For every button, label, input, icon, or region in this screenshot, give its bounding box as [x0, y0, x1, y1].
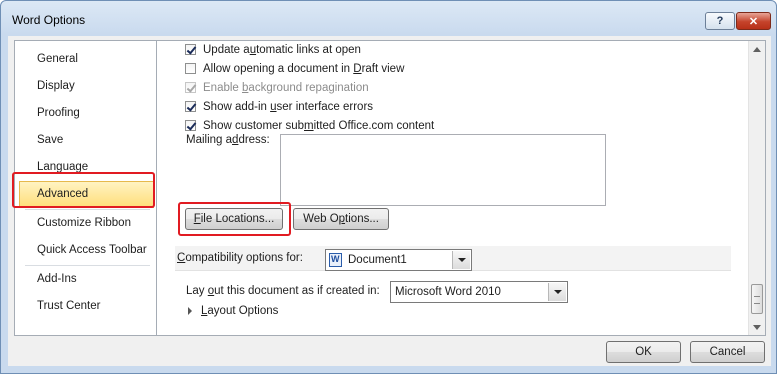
sidebar-item-general[interactable]: General	[19, 47, 154, 74]
sidebar-item-proofing[interactable]: Proofing	[19, 101, 154, 128]
sidebar-item-save[interactable]: Save	[19, 128, 154, 155]
sidebar-item-label: Add-Ins	[37, 273, 77, 285]
layout-as-if-label: Lay out this document as if created in:	[186, 285, 380, 297]
vertical-scrollbar[interactable]	[748, 41, 765, 335]
chevron-down-icon[interactable]	[452, 251, 470, 269]
sidebar-item-label: Proofing	[37, 107, 80, 119]
scrollbar-thumb[interactable]	[751, 284, 763, 314]
help-icon: ?	[716, 15, 724, 27]
sidebar-item-quick-access-toolbar[interactable]: Quick Access Toolbar	[19, 238, 154, 265]
sidebar-item-display[interactable]: Display	[19, 74, 154, 101]
cancel-button[interactable]: Cancel	[690, 341, 765, 363]
option-background-repagination: Enable background repagination	[185, 79, 369, 96]
cancel-label: Cancel	[709, 346, 746, 358]
update-links-checkbox[interactable]	[185, 44, 196, 55]
scroll-down-icon[interactable]	[753, 325, 761, 330]
compatibility-label: Compatibility options for:	[177, 252, 303, 264]
sidebar-divider	[25, 265, 150, 266]
sidebar-item-label: Display	[37, 80, 75, 92]
update-links-label: Update automatic links at open	[203, 43, 361, 56]
background-repagination-label: Enable background repagination	[203, 81, 369, 94]
option-customer-content[interactable]: Show customer submitted Office.com conte…	[185, 117, 434, 134]
layout-version-value: Microsoft Word 2010	[395, 286, 501, 298]
option-addin-errors[interactable]: Show add-in user interface errors	[185, 98, 373, 115]
sidebar-item-label: Save	[37, 134, 64, 146]
mailing-address-label: Mailing address:	[186, 134, 270, 146]
option-update-links[interactable]: Update automatic links at open	[185, 41, 361, 58]
compatibility-document-value: Document1	[348, 254, 407, 266]
sidebar-item-label: Customize Ribbon	[37, 217, 131, 229]
sidebar-divider	[25, 209, 150, 210]
layout-options-expander[interactable]: Layout Options	[188, 305, 278, 317]
addin-errors-checkbox[interactable]	[185, 101, 196, 112]
customer-content-label: Show customer submitted Office.com conte…	[203, 119, 435, 132]
layout-options-label: Layout Options	[201, 305, 279, 317]
sidebar-item-trust-center[interactable]: Trust Center	[19, 294, 154, 321]
sidebar-item-label: Quick Access Toolbar	[37, 244, 147, 256]
dialog-title: Word Options	[12, 13, 86, 27]
draft-view-checkbox[interactable]	[185, 63, 196, 74]
word-options-dialog: Word Options ? ✕ General Display Proofin…	[0, 0, 777, 374]
advanced-options-panel: Update automatic links at open Allow ope…	[157, 40, 766, 336]
web-options-label: Web Options...	[303, 213, 379, 225]
expand-triangle-icon	[188, 307, 192, 315]
compatibility-document-select[interactable]: Document1	[325, 249, 472, 271]
customer-content-checkbox[interactable]	[185, 120, 196, 131]
dialog-client-area: General Display Proofing Save Language A…	[8, 36, 771, 366]
addin-errors-label: Show add-in user interface errors	[203, 100, 374, 113]
scroll-up-icon[interactable]	[753, 47, 761, 52]
close-icon: ✕	[748, 15, 759, 28]
sidebar-item-customize-ribbon[interactable]: Customize Ribbon	[19, 211, 154, 238]
sidebar-item-label: General	[37, 53, 78, 65]
mailing-address-field[interactable]	[280, 134, 606, 206]
background-repagination-checkbox	[185, 82, 196, 93]
ok-label: OK	[635, 346, 652, 358]
help-button[interactable]: ?	[705, 12, 735, 30]
file-locations-highlight-box	[178, 202, 291, 236]
draft-view-label: Allow opening a document in Draft view	[203, 62, 405, 75]
word-document-icon	[329, 253, 342, 267]
web-options-button[interactable]: Web Options...	[293, 208, 389, 230]
layout-version-select[interactable]: Microsoft Word 2010	[390, 281, 568, 303]
advanced-highlight-box	[12, 172, 155, 208]
ok-button[interactable]: OK	[606, 341, 681, 363]
title-bar: Word Options ? ✕	[1, 1, 776, 37]
option-draft-view[interactable]: Allow opening a document in Draft view	[185, 60, 404, 77]
chevron-down-icon[interactable]	[548, 283, 566, 301]
sidebar-item-label: Trust Center	[37, 300, 101, 312]
close-button[interactable]: ✕	[736, 12, 771, 30]
sidebar-item-add-ins[interactable]: Add-Ins	[19, 267, 154, 294]
